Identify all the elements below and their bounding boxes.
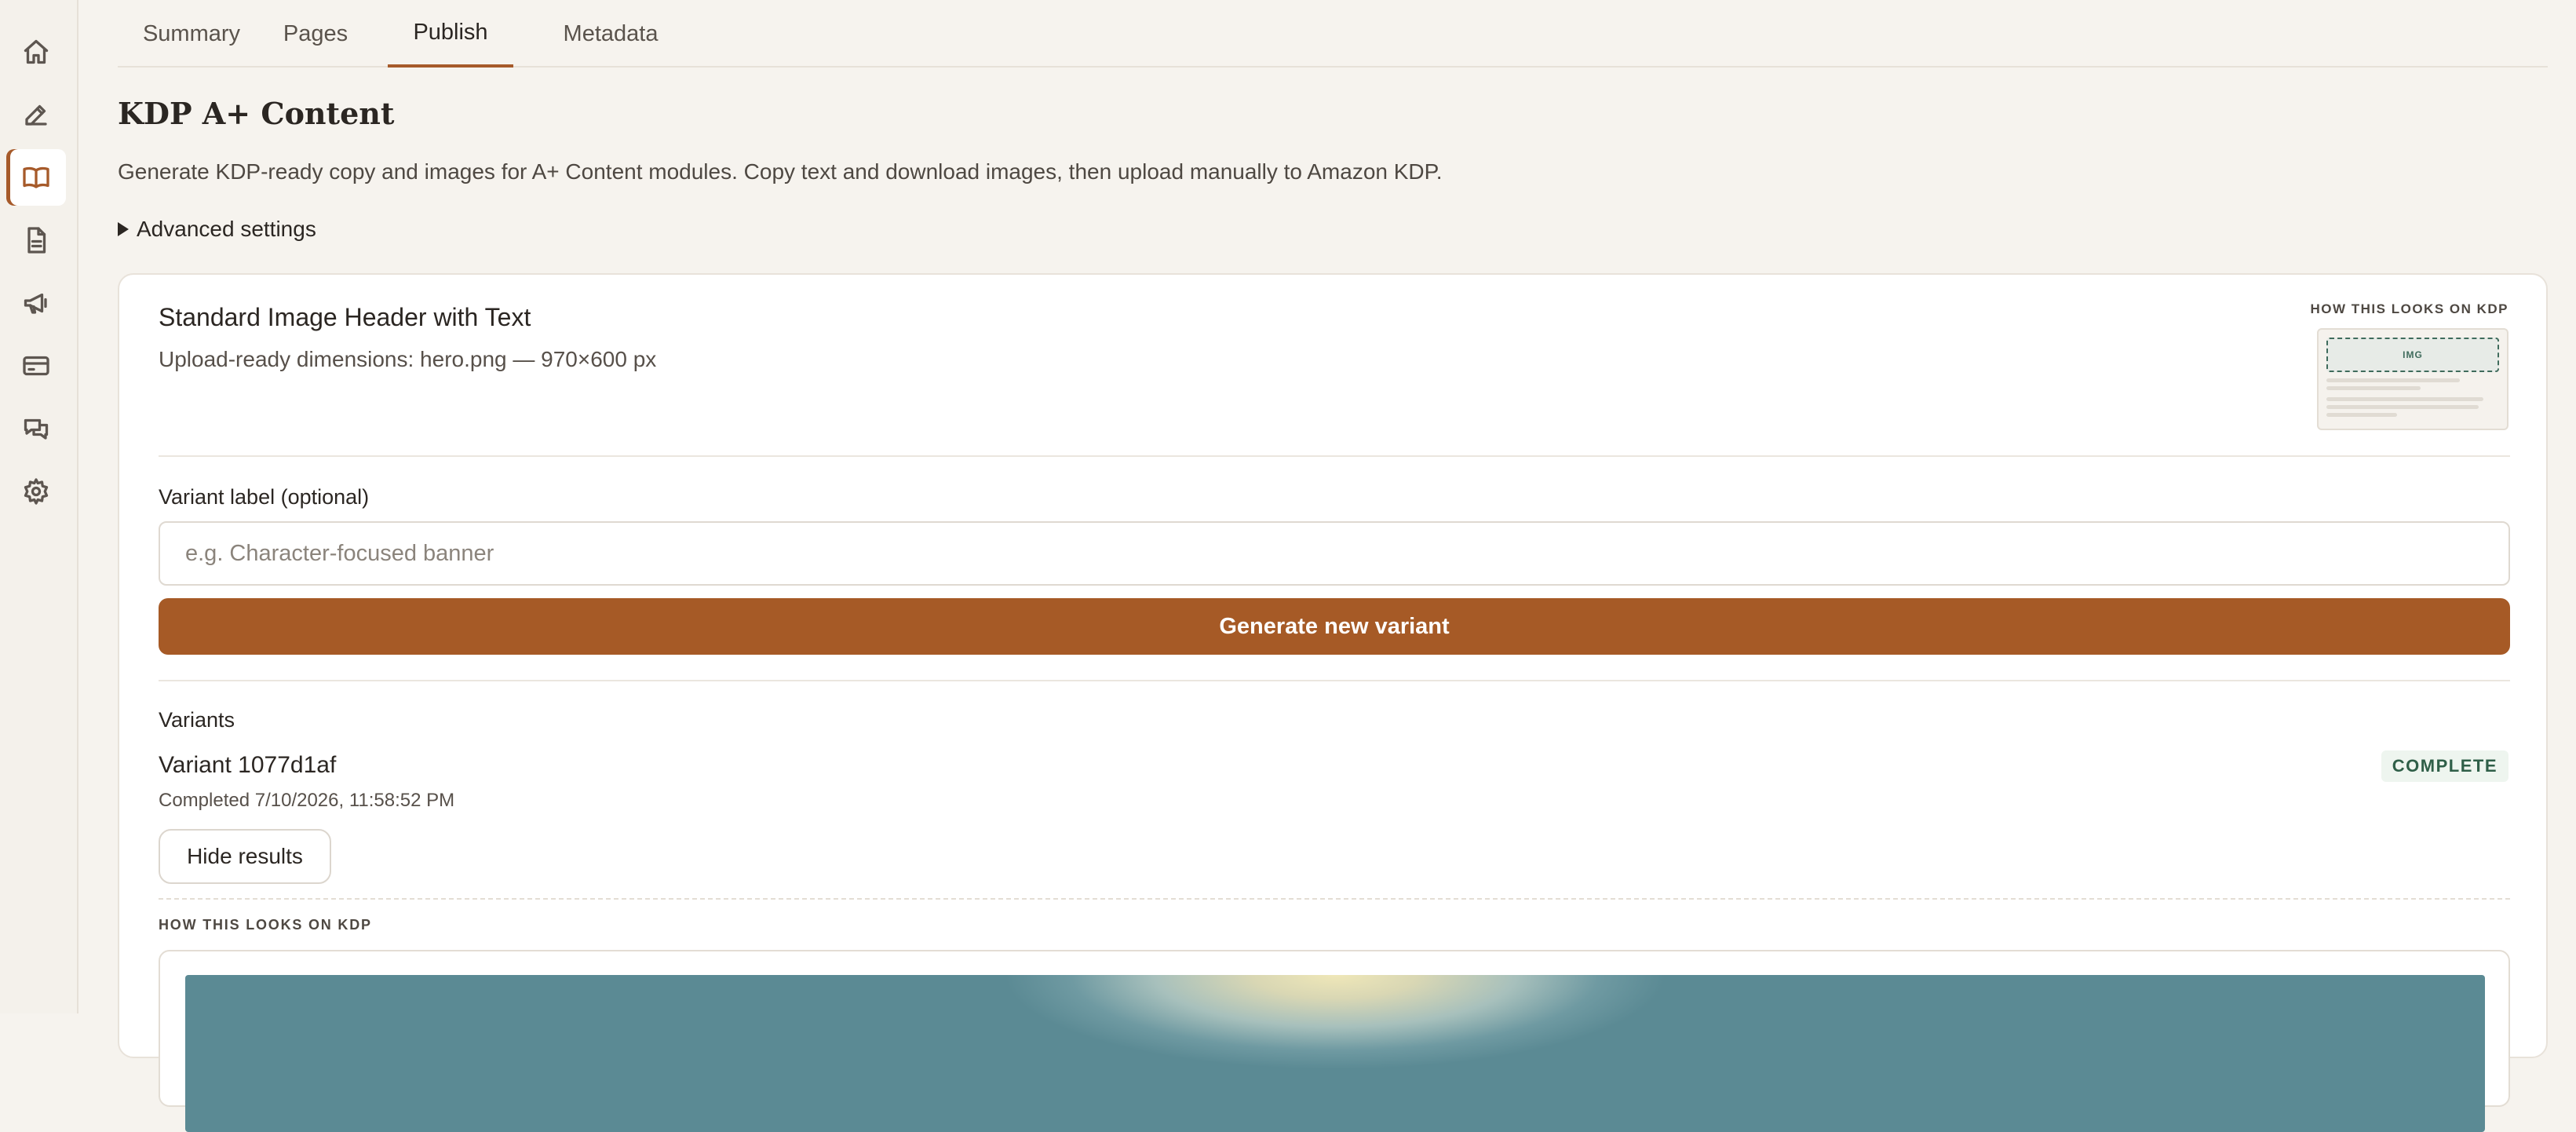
kdp-preview-label: HOW THIS LOOKS ON KDP — [2310, 301, 2508, 316]
sidebar-item-marketing[interactable] — [6, 275, 66, 331]
sidebar-item-edit[interactable] — [6, 86, 66, 143]
divider — [159, 455, 2510, 457]
tab-pages[interactable]: Pages — [268, 0, 363, 68]
advanced-settings-label: Advanced settings — [137, 217, 316, 241]
variant-label-input[interactable] — [159, 521, 2510, 586]
tab-publish[interactable]: Publish — [388, 0, 513, 68]
module-title: Standard Image Header with Text — [159, 303, 531, 331]
kdp-preview-heading: HOW THIS LOOKS ON KDP — [159, 917, 372, 933]
main-content: Summary Pages Publish Metadata KDP A+ Co… — [118, 0, 2548, 1132]
generate-variant-button[interactable]: Generate new variant — [159, 598, 2510, 655]
variant-completed-time: Completed 7/10/2026, 11:58:52 PM — [159, 790, 455, 811]
advanced-settings-toggle[interactable]: Advanced settings — [118, 217, 316, 242]
chat-icon — [24, 418, 49, 440]
status-badge: COMPLETE — [2381, 750, 2508, 782]
document-icon — [27, 227, 46, 254]
hero-image — [185, 975, 2485, 1132]
module-dimensions: Upload-ready dimensions: hero.png — 970×… — [159, 347, 657, 371]
megaphone-icon — [24, 293, 47, 314]
thumb-text-line — [2326, 405, 2479, 409]
sidebar-item-settings[interactable] — [6, 463, 66, 520]
kdp-preview-frame — [159, 950, 2510, 1132]
dashed-divider — [159, 898, 2510, 900]
tab-metadata[interactable]: Metadata — [534, 0, 688, 68]
module-card: Standard Image Header with Text Upload-r… — [118, 273, 2548, 1132]
variant-label-caption: Variant label (optional) — [159, 485, 370, 509]
sidebar-item-document[interactable] — [6, 212, 66, 268]
sidebar-item-home[interactable] — [6, 24, 66, 80]
sidebar-item-messages[interactable] — [6, 400, 66, 457]
triangle-right-icon — [118, 222, 129, 236]
edit-icon — [25, 104, 47, 126]
sidebar-item-billing[interactable] — [6, 338, 66, 394]
sidebar-item-book[interactable] — [6, 149, 66, 206]
tab-summary[interactable]: Summary — [129, 0, 254, 68]
home-icon — [24, 39, 49, 64]
thumb-text-line — [2326, 386, 2421, 390]
gear-icon — [24, 478, 49, 505]
tab-bar: Summary Pages Publish Metadata — [118, 0, 2548, 68]
thumb-text-line — [2326, 397, 2483, 401]
page-description: Generate KDP-ready copy and images for A… — [118, 159, 1443, 184]
credit-card-icon — [23, 356, 49, 376]
divider — [159, 680, 2510, 681]
thumb-text-line — [2326, 413, 2397, 417]
book-icon — [23, 166, 49, 188]
sidebar — [0, 0, 78, 1013]
kdp-layout-thumbnail: IMG — [2317, 328, 2508, 430]
variant-name: Variant 1077d1af — [159, 752, 337, 778]
hide-results-button[interactable]: Hide results — [159, 829, 331, 884]
thumb-text-line — [2326, 378, 2460, 382]
page-title: KDP A+ Content — [118, 96, 395, 131]
image-placeholder: IMG — [2326, 338, 2499, 372]
variants-heading: Variants — [159, 708, 235, 732]
